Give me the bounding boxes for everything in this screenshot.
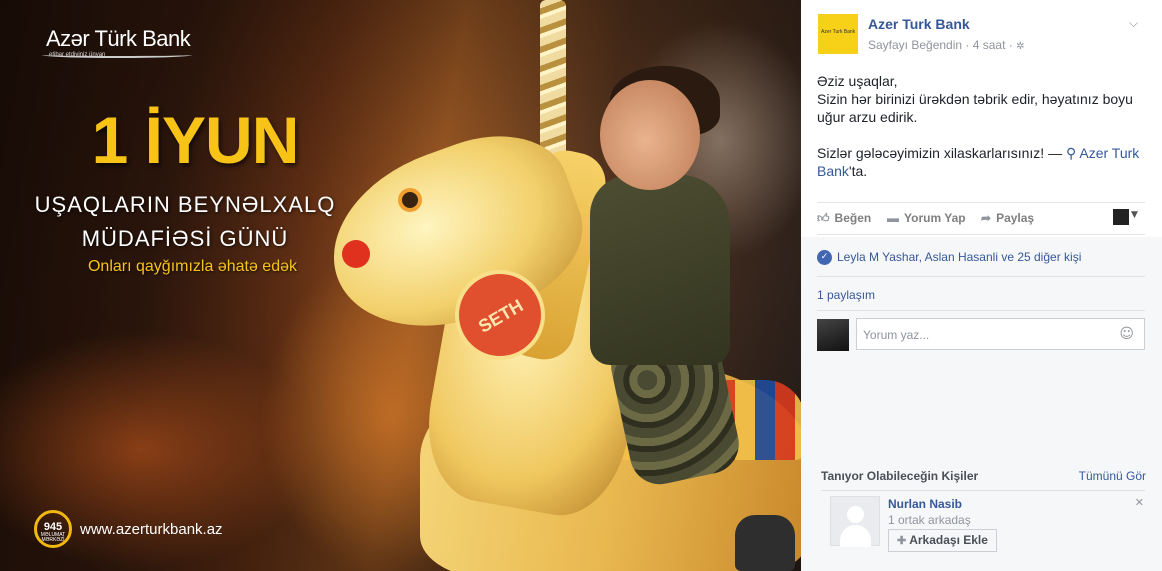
post-text-line3: Sizlər gələcəyimizin xilaskarlarısınız! … xyxy=(817,145,1063,161)
page-avatar-text: Azer Turk Bank xyxy=(821,29,856,35)
social-section: ✓ Leyla M Yashar, Aslan Hasanli ve 25 diğ… xyxy=(801,237,1162,571)
audience-icon[interactable]: ✲ xyxy=(1016,41,1024,52)
add-friend-button[interactable]: ✚ Arkadaşı Ekle xyxy=(888,529,997,552)
tagline: Onları qayğımızla əhatə edək xyxy=(87,258,297,275)
chevron-down-icon[interactable]: ⌵ xyxy=(1129,16,1138,31)
like-button[interactable]: 👍︎ Beğen xyxy=(817,211,871,226)
avatar-head-shape xyxy=(847,506,864,523)
close-icon[interactable]: ✕ xyxy=(1135,496,1144,509)
shares-count-link[interactable]: 1 paylaşım xyxy=(817,288,875,302)
likes-summary[interactable]: ✓ Leyla M Yashar, Aslan Hasanli ve 25 diğ… xyxy=(817,250,1082,266)
website-url: www.azerturkbank.az xyxy=(80,521,223,538)
thumbs-up-icon: 👍︎ xyxy=(817,211,830,225)
post-text-line1: Əziz uşaqlar, xyxy=(817,73,898,89)
add-friend-label: Arkadaşı Ekle xyxy=(909,533,988,547)
bank-logo-name: Azər Türk Bank xyxy=(46,26,191,51)
post-actions: 👍︎ Beğen ▬ Yorum Yap ➦ Paylaş ▼ xyxy=(817,202,1145,235)
like-bubble-icon: ✓ xyxy=(817,250,832,266)
comment-icon: ▬ xyxy=(887,211,899,225)
comment-placeholder: Yorum yaz... xyxy=(863,328,930,342)
share-label: Paylaş xyxy=(996,211,1035,225)
bank-logo: Azər Türk Bank etibar etdiyiniz ünvan xyxy=(42,26,192,58)
page-name-link[interactable]: Azer Turk Bank xyxy=(868,16,970,32)
avatar-body-shape xyxy=(840,525,871,547)
actor-avatar[interactable] xyxy=(1113,209,1129,225)
commenter-avatar xyxy=(817,319,849,351)
like-label: Beğen xyxy=(834,211,872,225)
pymk-title: Tanıyor Olabileceğin Kişiler xyxy=(821,469,979,483)
horse-name-text: SETH xyxy=(474,295,527,337)
person-name-link[interactable]: Nurlan Nasib xyxy=(888,497,962,511)
add-person-icon: ✚ xyxy=(897,535,907,547)
child-shoe xyxy=(735,515,795,571)
page-avatar[interactable]: Azer Turk Bank xyxy=(818,14,858,54)
divider xyxy=(817,276,1145,277)
post-photo[interactable]: SETH Azər Türk Bank etibar etdiyiniz ünv… xyxy=(0,0,801,571)
comment-label: Yorum Yap xyxy=(904,211,966,225)
horse-name-tag: SETH xyxy=(455,270,545,360)
child-jacket xyxy=(590,175,730,365)
post-side-panel: Azer Turk Bank Azer Turk Bank Sayfayı Be… xyxy=(801,0,1162,571)
post-body: Əziz uşaqlar, Sizin hər birinizi ürəkdən… xyxy=(817,72,1147,198)
actor-caret-icon[interactable]: ▼ xyxy=(1131,210,1138,220)
divider xyxy=(817,310,1145,311)
person-avatar[interactable] xyxy=(830,496,880,547)
see-all-link[interactable]: Tümünü Gör xyxy=(1079,469,1146,483)
share-icon: ➦ xyxy=(981,211,992,225)
share-button[interactable]: ➦ Paylaş xyxy=(981,211,1034,225)
comment-button[interactable]: ▬ Yorum Yap xyxy=(887,211,966,225)
headline-date: 1 İYUN xyxy=(91,103,300,177)
headline-subtitle-1: UŞAQLARIN BEYNƏLXALQ xyxy=(34,192,336,217)
logo-swoosh xyxy=(42,52,192,58)
emoji-icon[interactable]: ☺ xyxy=(1119,326,1134,342)
location-pin-icon: ⚲ xyxy=(1065,145,1077,161)
post-meta-text: Sayfayı Beğendin · 4 saat · xyxy=(868,38,1013,52)
horse-eye xyxy=(398,188,422,212)
post-meta: Sayfayı Beğendin · 4 saat · ✲ xyxy=(868,38,1024,52)
location-suffix: 'ta. xyxy=(848,163,868,179)
info-center-text: MƏLUMAT MƏRKƏZİ xyxy=(40,532,66,543)
info-center-badge: 945 MƏLUMAT MƏRKƏZİ xyxy=(34,510,72,548)
child-face xyxy=(600,80,700,190)
headline-subtitle-2: MÜDAFİƏSİ GÜNÜ xyxy=(81,226,289,251)
likes-text: Leyla M Yashar, Aslan Hasanli ve 25 diğe… xyxy=(837,250,1082,264)
comment-input[interactable]: Yorum yaz... ☺ xyxy=(856,318,1145,350)
post-text-line2: Sizin hər birinizi ürəkdən təbrik edir, … xyxy=(817,91,1133,125)
divider xyxy=(821,490,1145,491)
person-mutual-friends[interactable]: 1 ortak arkadaş xyxy=(888,513,971,527)
